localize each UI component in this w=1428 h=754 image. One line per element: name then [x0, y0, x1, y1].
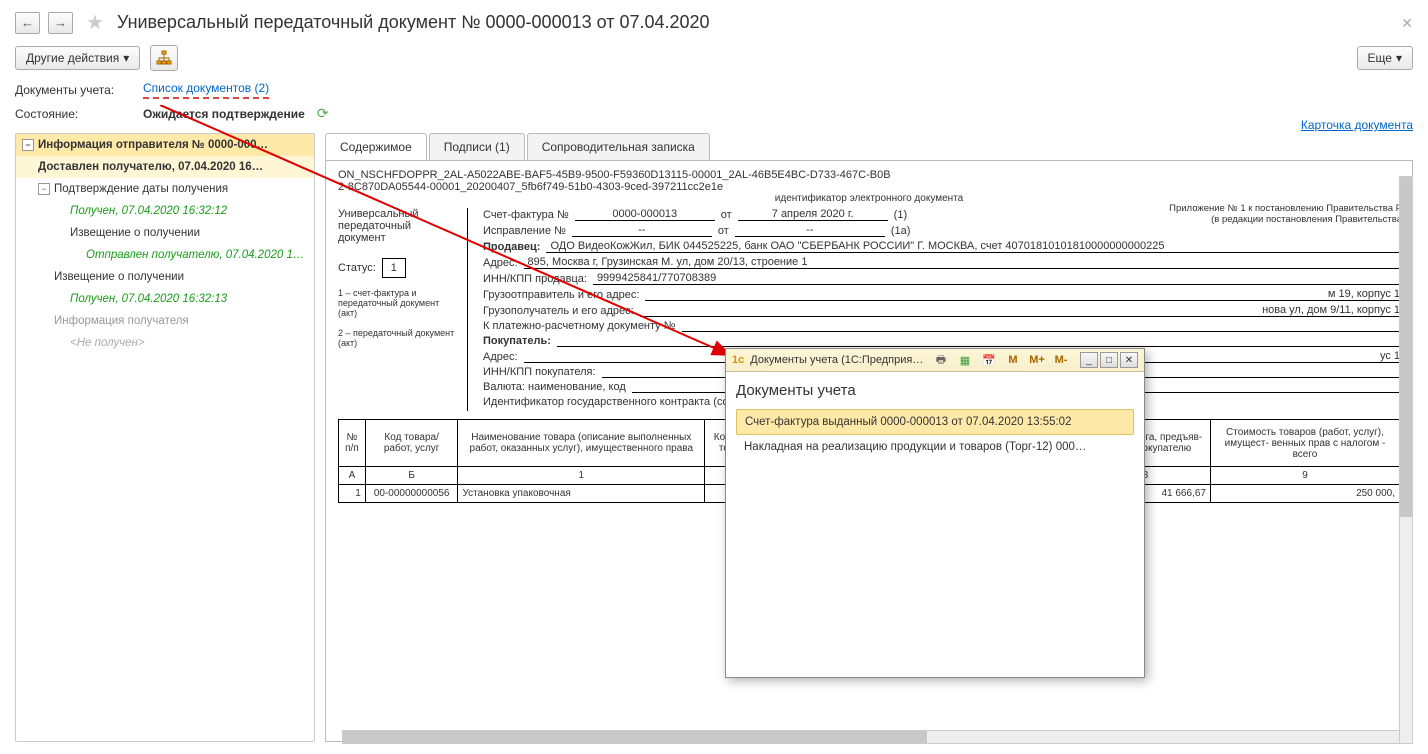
- close-button[interactable]: ✕: [1120, 352, 1138, 368]
- chevron-down-icon: ▾: [1396, 51, 1402, 65]
- tree-receipt-notice-1[interactable]: Извещение о получении: [16, 222, 314, 244]
- popup-heading: Документы учета: [736, 382, 1134, 399]
- more-label: Еще: [1368, 51, 1392, 65]
- correction-label: Исправление №: [483, 225, 566, 237]
- currency-label: Валюта: наименование, код: [483, 381, 626, 393]
- tree-sender-info[interactable]: −Информация отправителя № 0000-000…: [16, 134, 314, 156]
- vertical-scrollbar[interactable]: [1399, 176, 1413, 744]
- seller-label: Продавец:: [483, 241, 540, 253]
- tree-collapse-icon[interactable]: −: [22, 139, 34, 151]
- addr-label: Адрес:: [483, 257, 518, 269]
- appendix-note: Приложение № 1 к постановлению Правитель…: [1169, 203, 1402, 225]
- buyer-addr-label: Адрес:: [483, 351, 518, 363]
- shipper-label: Грузоотправитель и его адрес:: [483, 289, 639, 301]
- tab-content[interactable]: Содержимое: [325, 133, 427, 160]
- close-icon[interactable]: ✕: [1401, 15, 1413, 32]
- popup-item-invoice[interactable]: Счет-фактура выданный 0000-000013 от 07.…: [736, 409, 1134, 435]
- refresh-icon[interactable]: ⟳: [317, 105, 329, 122]
- other-actions-label: Другие действия: [26, 51, 119, 65]
- invoice-no: 0000-000013: [575, 208, 715, 221]
- invoice-date: 7 апреля 2020 г.: [738, 208, 888, 221]
- tree-receipt-notice-2[interactable]: Извещение о получении: [16, 266, 314, 288]
- inn-seller-value: 9999425841/770708389: [593, 272, 1400, 285]
- tree-recipient-info[interactable]: Информация получателя: [16, 310, 314, 332]
- tree-status: Получен, 07.04.2020 16:32:13: [16, 288, 314, 310]
- popup-item-nakladnaya[interactable]: Накладная на реализацию продукции и това…: [736, 435, 1134, 459]
- doc-identifier: 2-8C870DA05544-00001_20200407_5fb6f749-5…: [338, 181, 1400, 193]
- state-value: Ожидается подтверждение: [143, 107, 305, 121]
- seller-value: ОДО ВидеоКожЖил, БИК 044525225, банк ОАО…: [546, 240, 1400, 253]
- tab-signatures[interactable]: Подписи (1): [429, 133, 525, 160]
- document-card-link[interactable]: Карточка документа: [1301, 118, 1413, 132]
- nav-forward-button[interactable]: →: [48, 12, 73, 34]
- status-box: 1: [382, 258, 406, 278]
- more-button[interactable]: Еще ▾: [1357, 46, 1413, 70]
- chevron-down-icon: ▾: [123, 51, 129, 65]
- tree-status: Получен, 07.04.2020 16:32:12: [16, 200, 314, 222]
- docs-list-link[interactable]: Список документов (2): [143, 81, 269, 99]
- horizontal-scrollbar[interactable]: [342, 730, 1406, 744]
- minimize-button[interactable]: _: [1080, 352, 1098, 368]
- doc-identifier: ON_NSCHFDOPPR_2AL-A5022ABE-BAF5-45B9-950…: [338, 169, 1400, 181]
- scrollbar-thumb[interactable]: [343, 731, 927, 743]
- scrollbar-thumb[interactable]: [1400, 177, 1412, 517]
- tree-collapse-icon[interactable]: −: [38, 183, 50, 195]
- invoice-label: Счет-фактура №: [483, 209, 569, 221]
- popup-documents: 1c Документы учета (1С:Предприятие) 🖶 ▦ …: [725, 348, 1145, 678]
- structure-button[interactable]: [150, 45, 178, 71]
- print-icon[interactable]: 🖶: [932, 352, 950, 368]
- m-button[interactable]: M: [1004, 352, 1022, 368]
- inn-seller-label: ИНН/КПП продавца:: [483, 273, 587, 285]
- page-title: Универсальный передаточный документ № 00…: [117, 12, 710, 33]
- docs-label: Документы учета:: [15, 83, 135, 97]
- popup-title: Документы учета (1С:Предприятие): [750, 354, 926, 366]
- maximize-button[interactable]: □: [1100, 352, 1118, 368]
- calendar-icon[interactable]: 📅: [980, 352, 998, 368]
- status-label: Статус:: [338, 262, 376, 274]
- tree-panel: −Информация отправителя № 0000-000… Дост…: [15, 133, 315, 742]
- buyer-label: Покупатель:: [483, 335, 551, 347]
- m-plus-button[interactable]: M+: [1028, 352, 1046, 368]
- other-actions-button[interactable]: Другие действия ▾: [15, 46, 140, 70]
- state-label: Состояние:: [15, 107, 135, 121]
- tab-cover-note[interactable]: Сопроводительная записка: [527, 133, 710, 160]
- addr-value: 895, Москва г, Грузинская М. ул, дом 20/…: [524, 256, 1400, 269]
- app-icon: 1c: [732, 354, 744, 366]
- payment-label: К платежно-расчетному документу №: [483, 320, 676, 332]
- status-note-2: 2 – передаточный документ (акт): [338, 328, 459, 348]
- tree-delivered[interactable]: Доставлен получателю, 07.04.2020 16…: [16, 156, 314, 178]
- consignee-label: Грузополучатель и его адрес:: [483, 305, 634, 317]
- m-minus-button[interactable]: M-: [1052, 352, 1070, 368]
- status-note-1: 1 – счет-фактура и передаточный документ…: [338, 288, 459, 318]
- doc-type-title: Универсальный передаточный документ: [338, 208, 459, 244]
- tree-status: Отправлен получателю, 07.04.2020 1…: [16, 244, 314, 266]
- nav-back-button[interactable]: ←: [15, 12, 40, 34]
- tree-confirm-date[interactable]: −Подтверждение даты получения: [16, 178, 314, 200]
- inn-buyer-label: ИНН/КПП покупателя:: [483, 366, 596, 378]
- star-icon[interactable]: ★: [86, 10, 104, 35]
- tree-status: <Не получен>: [16, 332, 314, 354]
- popup-titlebar[interactable]: 1c Документы учета (1С:Предприятие) 🖶 ▦ …: [726, 349, 1144, 372]
- grid-icon[interactable]: ▦: [956, 352, 974, 368]
